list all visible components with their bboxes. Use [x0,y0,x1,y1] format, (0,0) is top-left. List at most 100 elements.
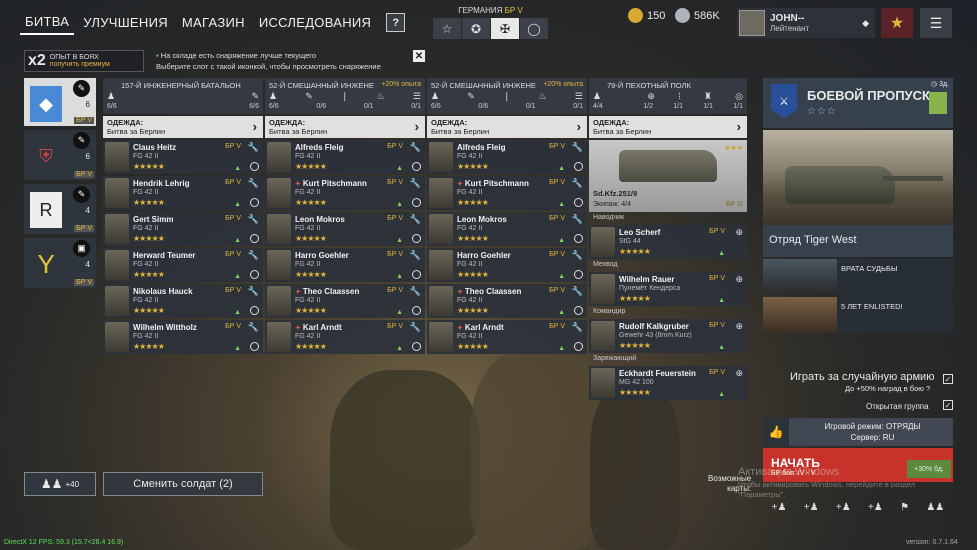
group-button[interactable]: ♟♟ +40 [24,472,96,496]
squad-slot-1[interactable]: ◆ ✎ 6 БР V [24,78,96,126]
soldier-row[interactable]: Harro Goehler FG 42 II ★★★★★ БР V ▲ 🔧 [427,248,587,282]
wrench-icon[interactable]: 🔧 [572,142,583,153]
player-card[interactable]: JOHN-- Лейтенант ◆ [737,8,875,38]
slot-icon[interactable] [250,198,259,207]
slot-icon[interactable] [574,234,583,243]
thumbs-up-icon[interactable]: 👍 [763,418,789,446]
slot-icon[interactable] [574,162,583,171]
random-army-checkbox[interactable]: ✓ [943,374,953,384]
soldier-row[interactable]: Wilhelm Wittholz FG 42 II ★★★★★ БР V ▲ 🔧 [103,320,263,354]
slot-icon[interactable] [250,342,259,351]
slot-icon[interactable] [250,306,259,315]
soldier-row[interactable]: Hendrik Lehrig FG 42 II ★★★★★ БР V ▲ 🔧 [103,176,263,210]
wrench-icon[interactable]: 🔧 [248,286,259,297]
slot-icon[interactable] [412,342,421,351]
game-mode-panel[interactable]: 👍 Игровой режим: ОТРЯДЫ Сервер: RU [763,418,953,446]
event-banner-1[interactable]: ВРАТА СУДЬБЫ [763,259,953,295]
tiger-tank-image[interactable] [763,130,953,225]
wrench-icon[interactable]: 🔧 [410,178,421,189]
add-friend-icon[interactable]: +♟ [772,502,787,513]
soldier-row[interactable]: Alfreds Fleig FG 42 II ★★★★★ БР V ▲ 🔧 [427,140,587,174]
flag-icon[interactable]: ⚑ [900,502,909,513]
outfit-selector[interactable]: ОДЕЖДА: Битва за Берлин › [427,116,587,138]
add-icon[interactable]: ⊕ [735,368,743,379]
soldier-row[interactable]: Alfreds Fleig FG 42 II ★★★★★ БР V ▲ 🔧 [265,140,425,174]
crew-row[interactable]: Wilhelm Rauer Пулемёт Кендерса ★★★★★ БР V ▲ ⊕ [589,272,747,306]
slot-icon[interactable] [412,306,421,315]
premium-link[interactable]: получить премиум [50,61,110,68]
event-banner-2[interactable]: 5 ЛЕТ ENLISTED! [763,297,953,333]
squad-header[interactable]: 79-Й ПЕХОТНЫЙ ПОЛК ♟ ⊕ ⁞ ♜ ◎ 4/4 1/2 1/1 1/1 1/1 [589,78,747,114]
reward-title[interactable]: Отряд Tiger West [763,225,953,257]
outfit-selector[interactable]: ОДЕЖДА: Битва за Берлин › [265,116,425,138]
wrench-icon[interactable]: 🔧 [410,214,421,225]
soldier-row[interactable]: ✦ Theo Claassen FG 42 II ★★★★★ БР V ▲ 🔧 [427,284,587,318]
slot-icon[interactable] [250,270,259,279]
wrench-icon[interactable]: 🔧 [572,178,583,189]
tab-research[interactable]: ИССЛЕДОВАНИЯ [254,11,376,34]
add-friend-icon[interactable]: +♟ [868,502,883,513]
wrench-icon[interactable]: 🔧 [572,250,583,261]
menu-icon[interactable]: ☰ [920,8,952,38]
wrench-icon[interactable]: 🔧 [572,322,583,333]
add-icon[interactable]: ⊕ [735,321,743,332]
wrench-icon[interactable]: 🔧 [248,178,259,189]
help-icon[interactable]: ? [926,384,930,393]
german-cross-icon[interactable]: ✠ [491,18,519,39]
silver-display[interactable]: 586K [675,8,720,23]
tab-shop[interactable]: МАГАЗИН [177,11,250,34]
circle-icon[interactable]: ◯ [520,18,548,39]
wrench-icon[interactable]: 🔧 [410,322,421,333]
add-icon[interactable]: ⊕ [735,274,743,285]
help-button[interactable]: ? [386,13,406,32]
soldier-row[interactable]: ✦ Kurt Pitschmann FG 42 II ★★★★★ БР V ▲ 🔧 [265,176,425,210]
star-icon[interactable]: ☆ [433,18,461,39]
add-icon[interactable]: ⊕ [735,227,743,238]
soldier-row[interactable]: Gert Simm FG 42 II ★★★★★ БР V ▲ 🔧 [103,212,263,246]
soldier-row[interactable]: ✦ Karl Arndt FG 42 II ★★★★★ БР V ▲ 🔧 [265,320,425,354]
close-icon[interactable]: ✕ [413,50,425,62]
outfit-selector[interactable]: ОДЕЖДА: Битва за Берлин › [589,116,747,138]
crew-row[interactable]: Leo Scherf StG 44 ★★★★★ БР V ▲ ⊕ [589,225,747,259]
wrench-icon[interactable]: 🔧 [410,286,421,297]
wrench-icon[interactable]: 🔧 [572,214,583,225]
soldier-row[interactable]: Herward Teumer FG 42 II ★★★★★ БР V ▲ 🔧 [103,248,263,282]
open-group-checkbox[interactable]: ✓ [943,400,953,410]
squad-header[interactable]: 52-Й СМЕШАННЫЙ ИНЖЕНЕ +20% опыта ♟ ✎ ❘ ♨ ☰ 6… [265,78,425,114]
wrench-icon[interactable]: 🔧 [248,250,259,261]
soldier-row[interactable]: ✦ Theo Claassen FG 42 II ★★★★★ БР V ▲ 🔧 [265,284,425,318]
outfit-selector[interactable]: ОДЕЖДА: Битва за Берлин › [103,116,263,138]
soldier-row[interactable]: Harro Goehler FG 42 II ★★★★★ БР V ▲ 🔧 [265,248,425,282]
soldier-row[interactable]: Leon Mokros FG 42 II ★★★★★ БР V ▲ 🔧 [427,212,587,246]
slot-icon[interactable] [412,198,421,207]
wrench-icon[interactable]: 🔧 [572,286,583,297]
battle-pass-header[interactable]: ⚔ БОЕВОЙ ПРОПУСК ☆☆☆ ◷ 3д. [763,78,953,128]
slot-icon[interactable] [574,342,583,351]
slot-icon[interactable] [412,162,421,171]
add-friend-icon[interactable]: +♟ [804,502,819,513]
tab-battle[interactable]: БИТВА [20,10,75,35]
wrench-icon[interactable]: 🔧 [410,250,421,261]
squad-header[interactable]: 157-Й ИНЖЕНЕРНЫЙ БАТАЛЬОН ♟ ✎ 6/6 6/6 [103,78,263,114]
wrench-icon[interactable]: 🔧 [410,142,421,153]
soldier-row[interactable]: ✦ Karl Arndt FG 42 II ★★★★★ БР V ▲ 🔧 [427,320,587,354]
squad-slot-3[interactable]: R ✎ 4 БР V [24,184,96,234]
wrench-icon[interactable]: 🔧 [248,142,259,153]
tab-upgrades[interactable]: УЛУЧШЕНИЯ [78,11,173,34]
slot-icon[interactable] [412,270,421,279]
crew-row[interactable]: Rudolf Kalkgruber Gewehr 43 (8mm Kurz) ★★★… [589,319,747,353]
soldier-row[interactable]: Nikolaus Hauck FG 42 II ★★★★★ БР V ▲ 🔧 [103,284,263,318]
soldier-row[interactable]: Claus Heitz FG 42 II ★★★★★ БР V ▲ 🔧 [103,140,263,174]
slot-icon[interactable] [574,306,583,315]
wrench-icon[interactable]: 🔧 [248,214,259,225]
gold-display[interactable]: 150 [628,8,665,23]
slot-icon[interactable] [412,234,421,243]
slot-icon[interactable] [250,234,259,243]
squad-slot-4[interactable]: Y ▣ 4 БР V [24,238,96,288]
slot-icon[interactable] [574,270,583,279]
xp-banner[interactable]: x2 ОПЫТ В БОЯХ получить премиум [24,50,144,72]
soldier-row[interactable]: ✦ Kurt Pitschmann FG 42 II ★★★★★ БР V ▲ 🔧 [427,176,587,210]
vehicle-card[interactable]: ★★★ Sd.Kfz.251/9 Экипаж: 4/4 БР III [589,140,747,212]
wrench-icon[interactable]: 🔧 [248,322,259,333]
roundel-icon[interactable]: ✪ [462,18,490,39]
